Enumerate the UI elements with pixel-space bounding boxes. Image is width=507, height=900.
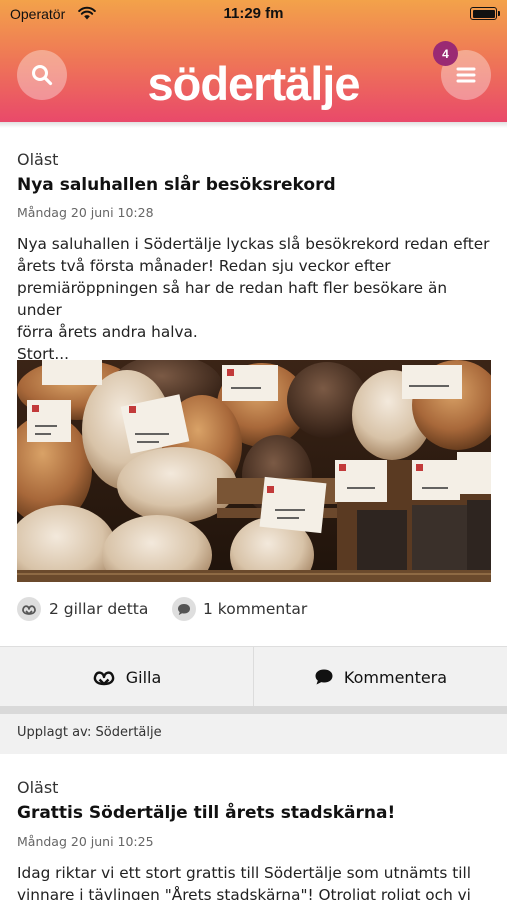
comment-button[interactable]: Kommentera — [254, 647, 507, 707]
post-body[interactable]: Idag riktar vi ett stort grattis till Sö… — [17, 862, 495, 900]
post-body-line: förra årets andra halva. — [17, 323, 198, 341]
like-button[interactable]: Gilla — [0, 647, 253, 707]
post-date: Måndag 20 juni 10:28 — [17, 205, 154, 220]
posted-by-footer: Upplagt av: Södertälje — [0, 714, 507, 754]
comments-icon-badge — [172, 597, 196, 621]
post-body-line: premiäröppningen så har de redan haft fl… — [17, 279, 448, 319]
post-date: Måndag 20 juni 10:25 — [17, 834, 154, 849]
app-header: Operatör 11:29 fm södertälje 4 — [0, 0, 507, 122]
read-status: Oläst — [17, 778, 59, 797]
comments-count[interactable]: 1 kommentar — [203, 600, 307, 618]
speech-bubble-icon — [315, 669, 333, 685]
post-title[interactable]: Grattis Södertälje till årets stadskärna… — [17, 803, 395, 823]
battery-icon — [470, 7, 500, 20]
post-title[interactable]: Nya saluhallen slår besöksrekord — [17, 175, 336, 195]
comment-button-label: Kommentera — [343, 667, 448, 687]
pretzel-icon — [93, 671, 114, 686]
app-logo: södertälje — [147, 57, 360, 110]
post-body-line: vinnare i tävlingen "Årets stadskärna"! … — [17, 886, 471, 900]
pretzel-icon — [22, 605, 36, 615]
clock: 11:29 fm — [223, 5, 284, 22]
header-shadow — [0, 122, 507, 128]
likes-count[interactable]: 2 gillar detta — [49, 600, 148, 618]
hamburger-menu-icon — [456, 67, 476, 83]
post-body-line: Idag riktar vi ett stort grattis till Sö… — [17, 864, 472, 882]
post-image[interactable] — [17, 360, 491, 582]
likes-icon-badge — [17, 597, 41, 621]
like-button-label: Gilla — [125, 667, 162, 687]
post-body-line: årets två första månader! Redan sju veck… — [17, 257, 391, 275]
read-status: Oläst — [17, 150, 59, 169]
status-bar: Operatör 11:29 fm — [0, 0, 507, 28]
post-body-line: Nya saluhallen i Södertälje lyckas slå b… — [17, 235, 490, 253]
reaction-summary: 2 gillar detta 1 kommentar — [17, 596, 487, 622]
bread-photo — [17, 360, 491, 582]
post-body[interactable]: Nya saluhallen i Södertälje lyckas slå b… — [17, 233, 495, 365]
notification-badge: 4 — [433, 41, 458, 66]
speech-bubble-icon — [178, 603, 190, 615]
post-action-bar: Gilla Kommentera — [0, 646, 507, 707]
section-divider — [0, 706, 507, 714]
